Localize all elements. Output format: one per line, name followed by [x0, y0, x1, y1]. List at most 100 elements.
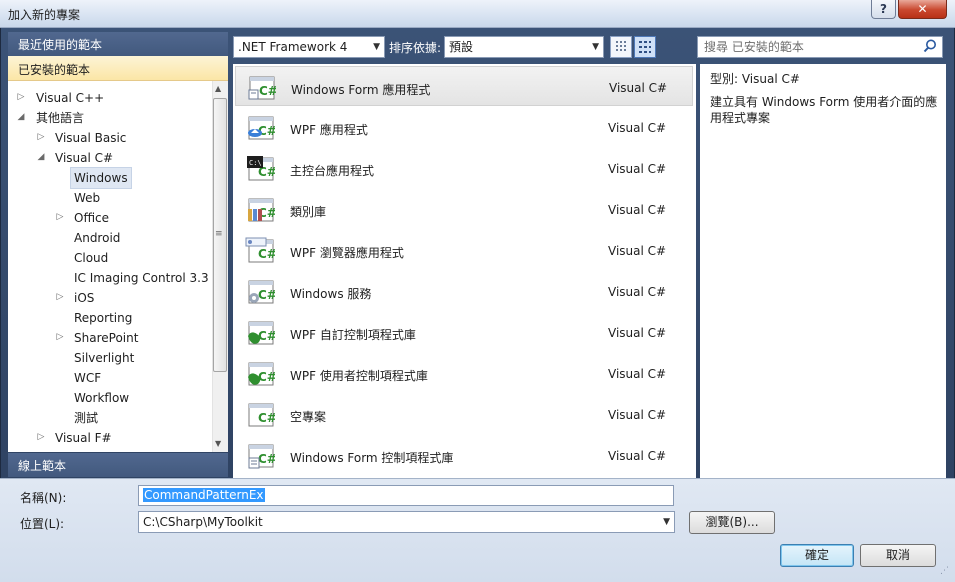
tree-item[interactable]: Reporting: [74, 308, 132, 328]
search-icon[interactable]: [922, 38, 938, 54]
collapsed-arrow-icon[interactable]: ▷: [55, 212, 65, 222]
template-name: Windows 服務: [290, 287, 372, 301]
svg-text:C#: C#: [258, 247, 275, 261]
details-panel: [700, 64, 946, 478]
ok-button[interactable]: 確定: [780, 544, 854, 567]
tree-item[interactable]: 其他語言: [36, 108, 84, 128]
sort-dropdown[interactable]: 預設 ▼: [444, 36, 604, 58]
template-name: WPF 使用者控制項程式庫: [290, 369, 428, 383]
project-name-value: CommandPatternEx: [143, 488, 265, 502]
template-name: Windows Form 應用程式: [291, 83, 431, 97]
scroll-grip-icon: ≡: [215, 229, 223, 239]
template-language: Visual C#: [609, 81, 668, 95]
svg-text:C#: C#: [258, 288, 275, 302]
tree-item[interactable]: Visual C#: [55, 148, 113, 168]
project-name-input[interactable]: CommandPatternEx: [138, 485, 674, 506]
svg-text:C#: C#: [258, 329, 275, 343]
search-input[interactable]: 搜尋 已安裝的範本: [697, 36, 943, 58]
small-icons-icon: [616, 41, 626, 51]
tree-item[interactable]: Cloud: [74, 248, 108, 268]
installed-templates-header[interactable]: 已安裝的範本: [8, 56, 228, 81]
template-row[interactable]: C# 類別庫 Visual C#: [235, 189, 693, 229]
browse-button[interactable]: 瀏覽(B)...: [689, 511, 775, 534]
tree-item[interactable]: Android: [74, 228, 120, 248]
cancel-button[interactable]: 取消: [860, 544, 936, 567]
template-name: 類別庫: [290, 205, 327, 219]
framework-dropdown[interactable]: .NET Framework 4 ▼: [233, 36, 385, 58]
scroll-down-icon[interactable]: ▼: [215, 439, 221, 448]
title-bar[interactable]: 加入新的專案: [0, 0, 955, 28]
sort-label: 排序依據:: [389, 41, 442, 55]
resize-grip-icon[interactable]: ⋰: [940, 566, 949, 576]
tree-item[interactable]: iOS: [74, 288, 94, 308]
template-name: Windows Form 控制項程式庫: [290, 451, 454, 465]
tree-item[interactable]: Workflow: [74, 388, 129, 408]
expanded-arrow-icon[interactable]: ◢: [16, 112, 26, 122]
scroll-up-icon[interactable]: ▲: [215, 84, 221, 93]
medium-icons-view-button[interactable]: [634, 36, 656, 58]
template-language: Visual C#: [608, 162, 667, 176]
tree-item[interactable]: Web: [74, 188, 100, 208]
template-row[interactable]: C# Windows 服務 Visual C#: [235, 271, 693, 311]
template-language: Visual C#: [608, 203, 667, 217]
tree-item[interactable]: Windows: [70, 167, 132, 189]
location-value: C:\CSharp\MyToolkit: [143, 515, 263, 529]
template-type: 型別: Visual C#: [710, 72, 800, 86]
wpf-browser-app-icon: C#: [245, 237, 275, 263]
tree-item[interactable]: SharePoint: [74, 328, 138, 348]
template-row[interactable]: C# Windows Form 控制項程式庫 Visual C#: [235, 435, 693, 475]
wpf-app-icon: C#: [248, 116, 275, 140]
tree-item[interactable]: Silverlight: [74, 348, 134, 368]
tree-item[interactable]: 測試: [74, 408, 98, 428]
template-language: Visual C#: [608, 449, 667, 463]
template-row[interactable]: C# WPF 瀏覽器應用程式 Visual C#: [235, 230, 693, 270]
template-row[interactable]: C# Windows Form 應用程式 Visual C#: [235, 66, 693, 106]
expanded-arrow-icon[interactable]: ◢: [36, 152, 46, 162]
template-language: Visual C#: [608, 326, 667, 340]
collapsed-arrow-icon[interactable]: ▷: [36, 132, 46, 142]
template-name: 空專案: [290, 410, 327, 424]
location-label: 位置(L):: [20, 517, 65, 531]
template-row[interactable]: C# WPF 自訂控制項程式庫 Visual C#: [235, 312, 693, 352]
template-name: WPF 自訂控制項程式庫: [290, 328, 416, 342]
tree-item[interactable]: WCF: [74, 368, 101, 388]
recent-templates-header[interactable]: 最近使用的範本: [8, 32, 228, 56]
windows-service-icon: C#: [248, 280, 275, 304]
wpf-custom-control-icon: C#: [248, 321, 275, 345]
tree-item[interactable]: Visual C++: [36, 88, 104, 108]
template-list: C# Windows Form 應用程式 Visual C# C# WPF 應用程式 Vi…: [233, 64, 696, 478]
chevron-down-icon: ▼: [592, 42, 599, 52]
template-language: Visual C#: [608, 244, 667, 258]
collapsed-arrow-icon[interactable]: ▷: [16, 92, 26, 102]
chevron-down-icon: ▼: [373, 42, 380, 52]
close-button[interactable]: ✕: [898, 0, 947, 19]
chevron-down-icon[interactable]: ▼: [663, 512, 670, 532]
template-row[interactable]: C# C:\ 主控台應用程式 Visual C#: [235, 148, 693, 188]
tree-item[interactable]: Visual F#: [55, 428, 112, 448]
tree-item[interactable]: Visual Basic: [55, 128, 126, 148]
tree-item[interactable]: IC Imaging Control 3.3: [74, 268, 209, 288]
help-button[interactable]: ?: [871, 0, 896, 19]
name-label: 名稱(N):: [20, 491, 67, 505]
winform-control-library-icon: C#: [248, 444, 275, 469]
framework-value: .NET Framework 4: [238, 40, 348, 54]
sort-value: 預設: [449, 40, 474, 54]
location-combobox[interactable]: C:\CSharp\MyToolkit ▼: [138, 511, 675, 533]
svg-text:C#: C#: [258, 411, 275, 425]
online-templates-header[interactable]: 線上範本: [8, 453, 228, 477]
svg-text:C:\: C:\: [249, 159, 262, 167]
template-language: Visual C#: [608, 367, 667, 381]
template-name: WPF 應用程式: [290, 123, 368, 137]
small-icons-view-button[interactable]: [610, 36, 632, 58]
template-description: 建立具有 Windows Form 使用者介面的應用程式專案: [710, 95, 938, 125]
template-tree: ▷ Visual C++ ◢ 其他語言 ▷ Visual Basic ◢ Visual C# W…: [8, 81, 228, 452]
template-row[interactable]: C# WPF 使用者控制項程式庫 Visual C#: [235, 353, 693, 393]
collapsed-arrow-icon[interactable]: ▷: [55, 332, 65, 342]
window-title: 加入新的專案: [8, 8, 81, 22]
template-row[interactable]: C# 空專案 Visual C#: [235, 394, 693, 434]
collapsed-arrow-icon[interactable]: ▷: [36, 432, 46, 442]
template-name: WPF 瀏覽器應用程式: [290, 246, 404, 260]
template-row[interactable]: C# WPF 應用程式 Visual C#: [235, 107, 693, 147]
collapsed-arrow-icon[interactable]: ▷: [55, 292, 65, 302]
tree-item[interactable]: Office: [74, 208, 109, 228]
